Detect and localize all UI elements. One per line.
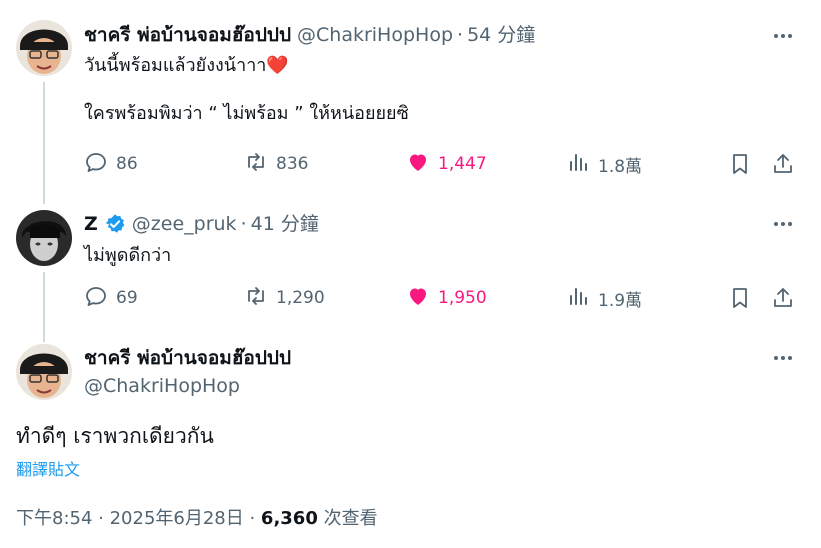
verified-icon	[104, 213, 126, 235]
thread-line	[43, 82, 45, 204]
reply-count: 69	[116, 288, 138, 308]
retweet-icon	[244, 284, 268, 313]
bookmark-icon[interactable]	[728, 286, 752, 310]
retweet-button[interactable]: 1,290	[244, 284, 325, 313]
reply-icon	[84, 284, 108, 313]
share-icon[interactable]	[771, 152, 795, 176]
views-button[interactable]: 1.9萬	[566, 284, 642, 313]
like-button[interactable]: 1,950	[406, 284, 487, 313]
translate-link[interactable]: 翻譯貼文	[16, 456, 80, 480]
tweet-actions: 86 836 1,447 1.8萬	[84, 150, 804, 178]
avatar[interactable]	[16, 20, 72, 76]
tweet-time[interactable]: 41 分鐘	[251, 211, 319, 237]
separator: ·	[457, 24, 464, 46]
more-icon[interactable]	[771, 346, 795, 370]
retweet-icon	[244, 150, 268, 179]
retweet-button[interactable]: 836	[244, 150, 308, 179]
tweet-timestamp[interactable]: 下午8:54 · 2025年6月28日 ·	[16, 508, 261, 529]
tweet-header: Z @zee_pruk · 41 分鐘	[84, 211, 319, 237]
author-name[interactable]: ชาครี พ่อบ้านจอมฮ๊อปปป	[84, 22, 291, 48]
reply-count: 86	[116, 154, 138, 174]
author-name[interactable]: ชาครี พ่อบ้านจอมฮ๊อปปป	[84, 345, 291, 371]
like-count: 1,447	[438, 154, 487, 174]
tweet-meta: 下午8:54 · 2025年6月28日 · 6,360 次查看	[16, 504, 378, 530]
views-label: 次查看	[317, 508, 378, 529]
like-count: 1,950	[438, 288, 487, 308]
views-count: 1.8萬	[598, 156, 643, 177]
main-tweet: ชาครี พ่อบ้านจอมฮ๊อปปป @ChakriHopHop ทำด…	[0, 344, 821, 548]
tweet-text: ไม่พูดดีกว่า	[84, 245, 172, 266]
retweet-count: 836	[276, 154, 309, 174]
views-icon	[566, 150, 590, 179]
bookmark-icon[interactable]	[728, 152, 752, 176]
reply-icon	[84, 150, 108, 179]
avatar[interactable]	[16, 210, 72, 266]
tweet-time[interactable]: 54 分鐘	[467, 22, 535, 48]
more-icon[interactable]	[771, 24, 795, 48]
share-icon[interactable]	[771, 286, 795, 310]
views-icon	[566, 284, 590, 313]
views-count: 1.9萬	[598, 290, 643, 311]
views-count: 6,360	[260, 508, 318, 529]
author-handle[interactable]: @ChakriHopHop	[84, 373, 240, 399]
tweet-text: ทำดีๆ เราพวกเดียวกัน	[16, 424, 214, 448]
tweet-header: ชาครี พ่อบ้านจอมฮ๊อปปป @ChakriHopHop · 5…	[84, 22, 535, 48]
tweet-text: วันนี้พร้อมแล้วยังงน้าาา❤️ ใครพร้อมพิมว่…	[84, 55, 409, 124]
tweet-2[interactable]: Z @zee_pruk · 41 分鐘 ไม่พูดดีกว่า 69 1,29…	[0, 210, 821, 342]
author-handle[interactable]: @ChakriHopHop	[297, 22, 453, 48]
like-icon	[406, 284, 430, 313]
tweet-actions: 69 1,290 1,950 1.9萬	[84, 284, 804, 312]
like-icon	[406, 150, 430, 179]
reply-button[interactable]: 69	[84, 284, 138, 313]
tweet-1[interactable]: ชาครี พ่อบ้านจอมฮ๊อปปป @ChakriHopHop · 5…	[0, 20, 821, 204]
separator: ·	[240, 213, 247, 235]
more-icon[interactable]	[771, 212, 795, 236]
author-name[interactable]: Z	[84, 211, 98, 237]
reply-button[interactable]: 86	[84, 150, 138, 179]
author-handle[interactable]: @zee_pruk	[132, 211, 237, 237]
views-button[interactable]: 1.8萬	[566, 150, 642, 179]
like-button[interactable]: 1,447	[406, 150, 487, 179]
retweet-count: 1,290	[276, 288, 325, 308]
avatar[interactable]	[16, 344, 72, 400]
thread-line	[43, 272, 45, 342]
